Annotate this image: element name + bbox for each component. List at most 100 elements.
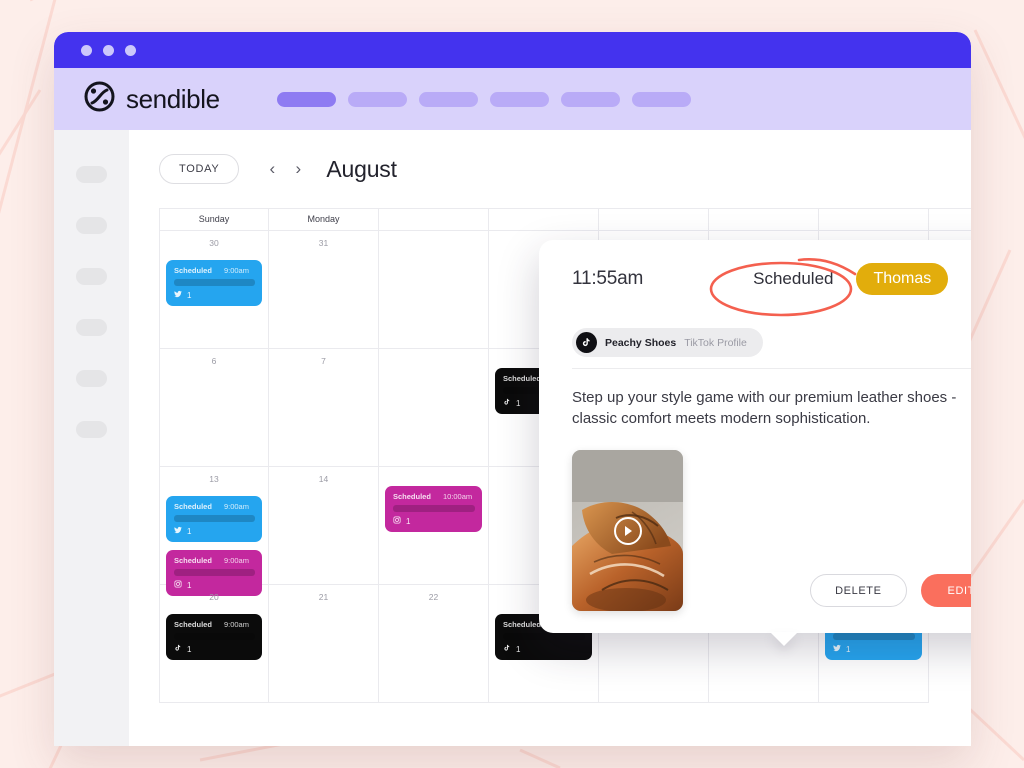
- calendar-cell[interactable]: Scheduled 10:00am 1: [379, 467, 489, 585]
- nav-pill-5[interactable]: [560, 91, 620, 107]
- event-text-placeholder: [174, 633, 255, 640]
- calendar-date-number: 30: [209, 238, 219, 248]
- calendar-cell-events: [160, 366, 268, 378]
- event-status: Scheduled: [393, 492, 431, 501]
- calendar-cell[interactable]: [379, 349, 489, 467]
- instagram-icon: [393, 516, 401, 526]
- calendar-date-number: 21: [318, 592, 329, 602]
- calendar-cell[interactable]: 13 Scheduled 9:00am 1 Scheduled 9:00am 1: [159, 467, 269, 596]
- window-dot-maximize[interactable]: [125, 44, 136, 56]
- event-status: Scheduled: [174, 266, 212, 275]
- profile-name: Peachy Shoes: [605, 336, 677, 349]
- calendar-event[interactable]: Scheduled 9:00am 1: [166, 614, 262, 660]
- event-profile-count: 1: [516, 398, 521, 408]
- event-text-placeholder: [503, 633, 585, 640]
- modal-divider: [572, 368, 971, 369]
- calendar-date-number: 31: [318, 238, 329, 248]
- post-detail-modal: 11:55am Scheduled Thomas ✕: [539, 240, 971, 646]
- calendar-cell[interactable]: 20 Scheduled 9:00am 1: [159, 585, 269, 703]
- edit-button[interactable]: EDIT: [920, 574, 971, 607]
- tiktok-icon: [503, 398, 511, 408]
- calendar-cell-events: [269, 602, 378, 614]
- calendar-cell[interactable]: 14: [269, 467, 379, 585]
- calendar-day-header-6: [819, 209, 929, 230]
- event-time: 9:00am: [223, 502, 249, 511]
- nav-pill-2[interactable]: [347, 91, 407, 107]
- assigned-user-badge[interactable]: Thomas: [856, 263, 949, 295]
- brand-name: sendible: [126, 83, 220, 114]
- event-text-placeholder: [174, 569, 255, 576]
- month-nav: ‹ ›: [261, 156, 309, 182]
- event-profile-count: 1: [846, 644, 851, 654]
- nav-pill-1[interactable]: [276, 91, 336, 107]
- calendar-cell[interactable]: 6: [159, 349, 269, 467]
- brand[interactable]: sendible: [84, 81, 220, 117]
- nav-pill-3[interactable]: [418, 91, 478, 107]
- calendar-cell[interactable]: 21: [269, 585, 379, 703]
- event-status: Scheduled: [174, 620, 212, 629]
- sidebar-item-4[interactable]: [76, 319, 107, 336]
- event-profile-count: 1: [516, 644, 521, 654]
- calendar-day-header-3: [489, 209, 599, 230]
- play-icon[interactable]: [613, 516, 642, 545]
- tiktok-icon: [503, 644, 511, 654]
- event-text-placeholder: [833, 633, 915, 640]
- calendar-cell-events: [379, 238, 488, 250]
- nav-pill-6[interactable]: [631, 91, 691, 107]
- calendar-day-header-4: [599, 209, 709, 230]
- calendar-cell-events: [269, 366, 378, 378]
- calendar-event[interactable]: Scheduled 9:00am 1: [166, 260, 262, 306]
- window-dot-close[interactable]: [81, 44, 92, 56]
- post-status: Scheduled: [753, 269, 834, 288]
- calendar-date-number: 22: [428, 592, 439, 602]
- sidebar-item-6[interactable]: [76, 421, 107, 438]
- calendar-cell-events: [269, 484, 378, 496]
- today-button[interactable]: TODAY: [159, 154, 240, 184]
- calendar-cell[interactable]: 30 Scheduled 9:00am 1: [159, 231, 269, 349]
- event-profile-count: 1: [187, 526, 192, 536]
- sidebar-item-2[interactable]: [76, 217, 107, 234]
- calendar-cell-events: Scheduled 9:00am 1: [160, 602, 268, 660]
- calendar-day-header-0: Sunday: [159, 209, 269, 230]
- event-status: Scheduled: [174, 556, 212, 565]
- profile-chip[interactable]: Peachy Shoes TikTok Profile: [572, 328, 763, 357]
- modal-header: 11:55am Scheduled Thomas ✕: [539, 240, 971, 317]
- sidebar-item-1[interactable]: [76, 166, 107, 183]
- event-time: 9:00am: [223, 620, 249, 629]
- sidebar-item-5[interactable]: [76, 370, 107, 387]
- event-text-placeholder: [174, 279, 255, 286]
- delete-button[interactable]: DELETE: [810, 574, 907, 607]
- chevron-left-icon[interactable]: ‹: [261, 156, 283, 182]
- calendar-cell-events: [269, 248, 378, 260]
- calendar-cell[interactable]: [379, 231, 489, 349]
- app-body: TODAY ‹ › August Sunday Monday 30 Schedule…: [54, 130, 971, 746]
- window-titlebar: [54, 32, 971, 68]
- calendar-date-number: 20: [209, 592, 219, 602]
- event-profile-count: 1: [406, 516, 411, 526]
- event-time: 10:00am: [442, 492, 473, 501]
- twitter-icon: [174, 526, 182, 536]
- calendar-cell[interactable]: 22: [379, 585, 489, 703]
- tiktok-icon: [174, 644, 182, 654]
- modal-actions: DELETE EDIT: [810, 574, 971, 607]
- calendar-cell-events: Scheduled 9:00am 1: [160, 248, 268, 306]
- calendar-date-number: 7: [321, 356, 326, 366]
- calendar-day-headers: Sunday Monday: [159, 208, 971, 231]
- window-dot-minimize[interactable]: [103, 44, 114, 56]
- calendar-date-number: 13: [209, 474, 219, 484]
- event-text-placeholder: [393, 505, 475, 512]
- sidebar-item-3[interactable]: [76, 268, 107, 285]
- sidebar: [54, 130, 129, 746]
- event-text-placeholder: [174, 515, 255, 522]
- calendar-cell[interactable]: 31: [269, 231, 379, 349]
- month-label: August: [326, 155, 397, 182]
- calendar-event[interactable]: Scheduled 10:00am 1: [385, 486, 482, 532]
- event-time: 9:00am: [223, 266, 249, 275]
- profile-type: TikTok Profile: [684, 336, 747, 349]
- chevron-right-icon[interactable]: ›: [287, 156, 309, 182]
- calendar-cell[interactable]: 7: [269, 349, 379, 467]
- nav-pill-4[interactable]: [489, 91, 549, 107]
- calendar-event[interactable]: Scheduled 9:00am 1: [166, 496, 262, 542]
- browser-window: sendible TODAY ‹ › August Sunday Monday …: [54, 32, 971, 746]
- post-media-thumbnail[interactable]: [572, 450, 683, 612]
